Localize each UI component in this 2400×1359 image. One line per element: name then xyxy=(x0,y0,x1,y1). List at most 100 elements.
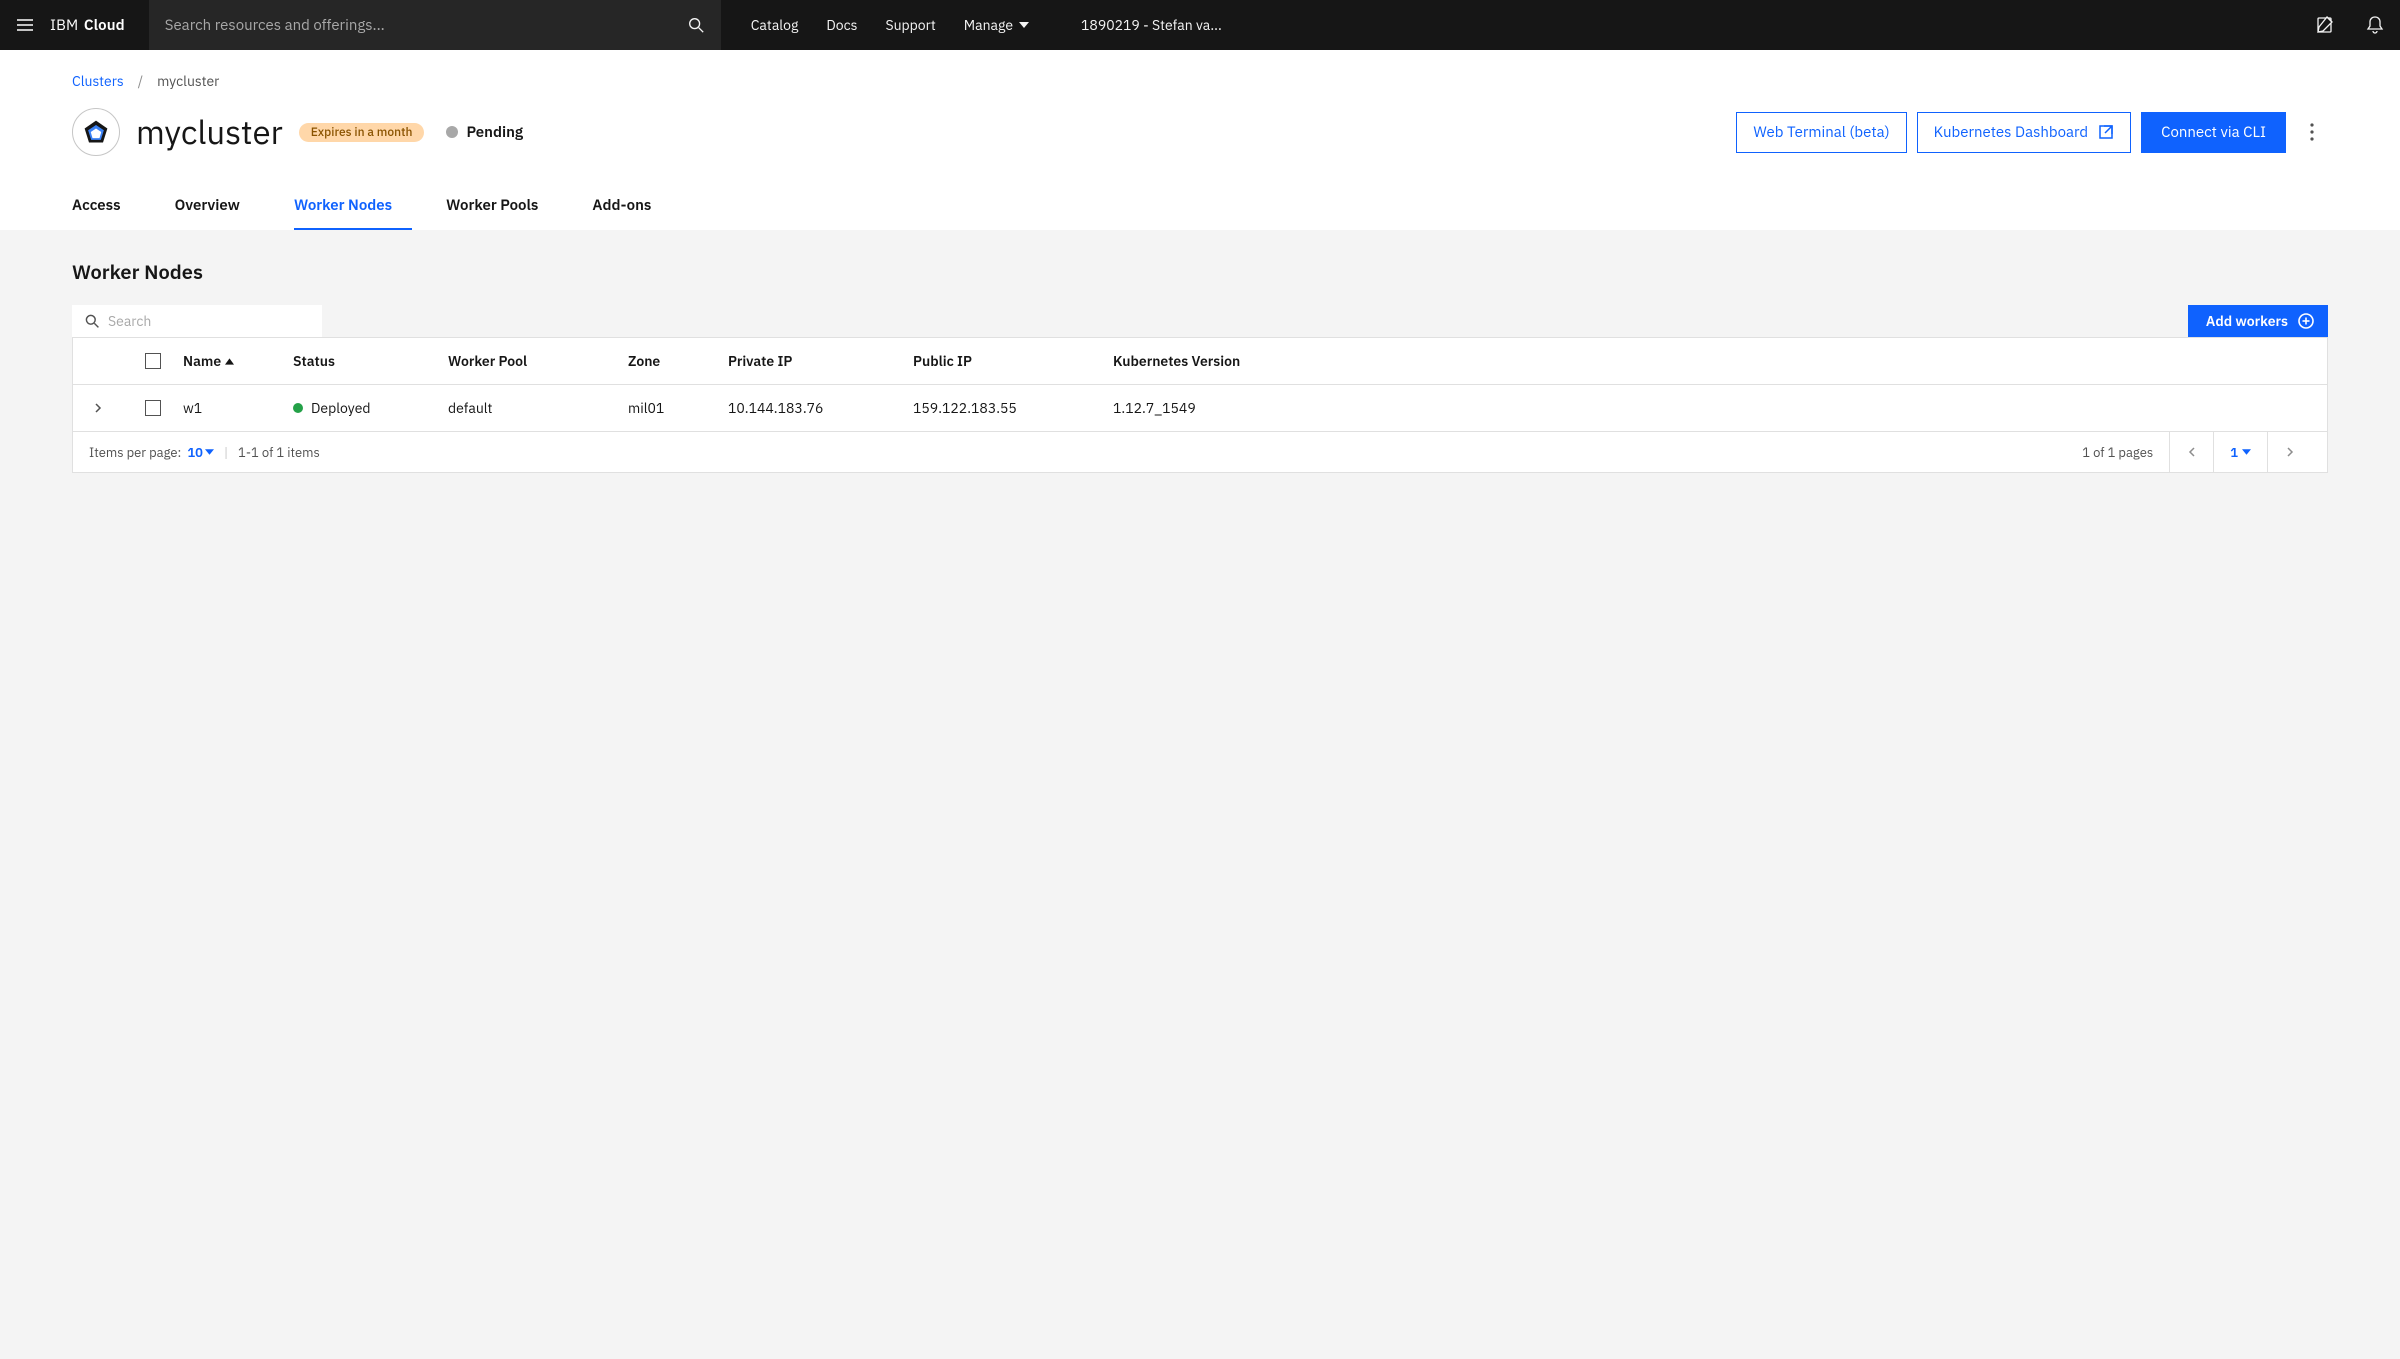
col-private-ip[interactable]: Private IP xyxy=(728,352,913,370)
row-checkbox[interactable] xyxy=(145,400,161,416)
account-switcher[interactable]: 1890219 - Stefan va... xyxy=(1063,0,1240,50)
items-per-page: Items per page: 10 xyxy=(89,444,214,461)
tab-worker-pools[interactable]: Worker Pools xyxy=(446,184,558,230)
ipp-value: 10 xyxy=(187,444,203,461)
col-k8s-version[interactable]: Kubernetes Version xyxy=(1113,352,2327,370)
table-search-input[interactable] xyxy=(108,312,310,330)
cell-worker-pool: default xyxy=(448,399,628,417)
col-worker-pool[interactable]: Worker Pool xyxy=(448,352,628,370)
brand-prefix: IBM xyxy=(50,16,78,35)
header-actions: Web Terminal (beta) Kubernetes Dashboard… xyxy=(1736,112,2328,153)
hamburger-menu[interactable] xyxy=(0,0,50,50)
pager-prev[interactable] xyxy=(2169,432,2213,472)
notifications-button[interactable] xyxy=(2350,0,2400,50)
tabs: Access Overview Worker Nodes Worker Pool… xyxy=(72,184,2328,230)
kubernetes-dashboard-label: Kubernetes Dashboard xyxy=(1934,123,2089,142)
launch-icon xyxy=(2098,124,2114,140)
nav-docs[interactable]: Docs xyxy=(812,0,871,50)
brand-bold: Cloud xyxy=(84,16,125,35)
nav-support[interactable]: Support xyxy=(871,0,949,50)
nav-manage[interactable]: Manage xyxy=(950,0,1043,50)
search-icon[interactable] xyxy=(687,16,705,34)
overflow-icon xyxy=(2310,123,2314,141)
kubernetes-dashboard-button[interactable]: Kubernetes Dashboard xyxy=(1917,112,2132,153)
col-status[interactable]: Status xyxy=(293,352,448,370)
cell-k8s-version: 1.12.7_1549 xyxy=(1113,399,2327,417)
pagination-divider: | xyxy=(224,444,228,461)
account-label: 1890219 - Stefan va... xyxy=(1081,16,1222,34)
chevron-right-icon xyxy=(2286,446,2294,458)
hamburger-icon xyxy=(15,15,35,35)
cluster-header: mycluster Expires in a month Pending Web… xyxy=(72,108,2328,156)
chevron-down-icon xyxy=(1019,22,1029,28)
ipp-label: Items per page: xyxy=(89,444,181,461)
expires-badge: Expires in a month xyxy=(299,123,425,142)
cluster-status-label: Pending xyxy=(466,123,523,142)
connect-cli-button[interactable]: Connect via CLI xyxy=(2141,112,2286,153)
kubernetes-icon xyxy=(82,118,110,146)
col-name-label: Name xyxy=(183,352,221,370)
plus-circle-icon xyxy=(2298,313,2314,329)
page-selector[interactable]: 1 xyxy=(2213,432,2267,472)
current-page: 1 xyxy=(2230,444,2238,461)
pages-label: 1 of 1 pages xyxy=(2082,444,2169,461)
sort-desc-icon xyxy=(225,358,234,365)
status-dot-pending xyxy=(446,126,458,138)
web-terminal-button[interactable]: Web Terminal (beta) xyxy=(1736,112,1906,153)
status-dot-deployed xyxy=(293,403,303,413)
pagination-right: 1 of 1 pages 1 xyxy=(2082,432,2311,472)
table-toolbar: Add workers xyxy=(72,305,2328,337)
search-icon xyxy=(84,313,100,329)
tab-access[interactable]: Access xyxy=(72,184,141,230)
add-workers-button[interactable]: Add workers xyxy=(2188,305,2328,337)
table-row: w1 Deployed default mil01 10.144.183.76 … xyxy=(73,385,2327,432)
cluster-status: Pending xyxy=(446,123,523,142)
ipp-selector[interactable]: 10 xyxy=(187,444,214,461)
breadcrumb-current: mycluster xyxy=(157,72,219,90)
edit-button[interactable] xyxy=(2300,0,2350,50)
chevron-right-icon xyxy=(94,402,102,414)
nav-catalog[interactable]: Catalog xyxy=(737,0,813,50)
nav-manage-label: Manage xyxy=(964,16,1013,34)
brand-link[interactable]: IBM Cloud xyxy=(50,0,149,50)
worker-nodes-table: Name Status Worker Pool Zone Private IP … xyxy=(72,337,2328,473)
select-all-checkbox[interactable] xyxy=(145,353,161,369)
content-area: Worker Nodes Add workers Name Status Wor… xyxy=(0,230,2400,513)
row-expand[interactable] xyxy=(73,402,123,414)
tab-worker-nodes[interactable]: Worker Nodes xyxy=(294,184,412,230)
pagination-range: 1-1 of 1 items xyxy=(238,444,320,461)
chevron-down-icon xyxy=(205,449,214,455)
chevron-down-icon xyxy=(2242,449,2251,455)
cell-zone: mil01 xyxy=(628,399,728,417)
cluster-icon xyxy=(72,108,120,156)
bell-icon xyxy=(2365,15,2385,35)
chevron-left-icon xyxy=(2188,446,2196,458)
table-search[interactable] xyxy=(72,305,322,337)
global-header: IBM Cloud Catalog Docs Support Manage 18… xyxy=(0,0,2400,50)
cell-private-ip: 10.144.183.76 xyxy=(728,399,913,417)
edit-icon xyxy=(2315,15,2335,35)
breadcrumb: Clusters / mycluster xyxy=(72,72,2328,90)
cell-status: Deployed xyxy=(293,399,448,417)
global-search[interactable] xyxy=(149,0,721,50)
col-public-ip[interactable]: Public IP xyxy=(913,352,1113,370)
cell-name: w1 xyxy=(183,399,293,417)
search-input[interactable] xyxy=(165,16,679,35)
cluster-title: mycluster xyxy=(136,111,283,154)
add-workers-label: Add workers xyxy=(2206,312,2288,330)
header-icon-group xyxy=(2300,0,2400,50)
breadcrumb-root[interactable]: Clusters xyxy=(72,72,124,90)
pagination: Items per page: 10 | 1-1 of 1 items 1 of… xyxy=(73,432,2327,472)
tab-overview[interactable]: Overview xyxy=(175,184,260,230)
overflow-menu[interactable] xyxy=(2296,112,2328,152)
cell-status-label: Deployed xyxy=(311,399,371,417)
section-title: Worker Nodes xyxy=(72,258,2328,285)
cell-public-ip: 159.122.183.55 xyxy=(913,399,1113,417)
col-name[interactable]: Name xyxy=(183,352,293,370)
tab-addons[interactable]: Add-ons xyxy=(592,184,671,230)
breadcrumb-separator: / xyxy=(138,72,143,90)
table-header-row: Name Status Worker Pool Zone Private IP … xyxy=(73,337,2327,385)
col-zone[interactable]: Zone xyxy=(628,352,728,370)
pager-next[interactable] xyxy=(2267,432,2311,472)
header-nav: Catalog Docs Support Manage xyxy=(737,0,1043,50)
